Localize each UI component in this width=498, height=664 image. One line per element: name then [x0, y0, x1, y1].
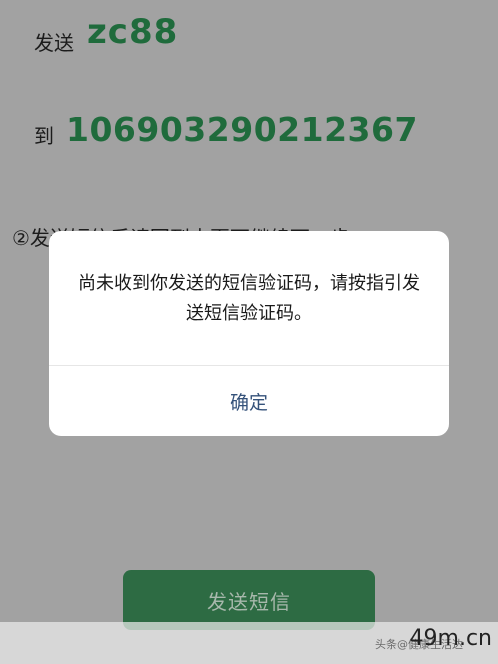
- dialog-message: 尚未收到你发送的短信验证码，请按指引发送短信验证码。: [78, 273, 420, 324]
- sms-verification-page: 发送 zc88 到 106903290212367 ②发送短信后请回到本页面继续…: [0, 0, 498, 664]
- watermark-site-text: 49m.cn: [409, 626, 492, 651]
- recipient-number-value: 106903290212367: [66, 110, 418, 149]
- recipient-label: 到: [34, 124, 54, 148]
- send-sms-button[interactable]: 发送短信: [123, 570, 375, 630]
- send-label: 发送: [34, 31, 74, 55]
- alert-dialog: 尚未收到你发送的短信验证码，请按指引发送短信验证码。 确定: [49, 231, 449, 436]
- sms-content-value: zc88: [87, 12, 179, 52]
- confirm-button[interactable]: 确定: [49, 366, 449, 436]
